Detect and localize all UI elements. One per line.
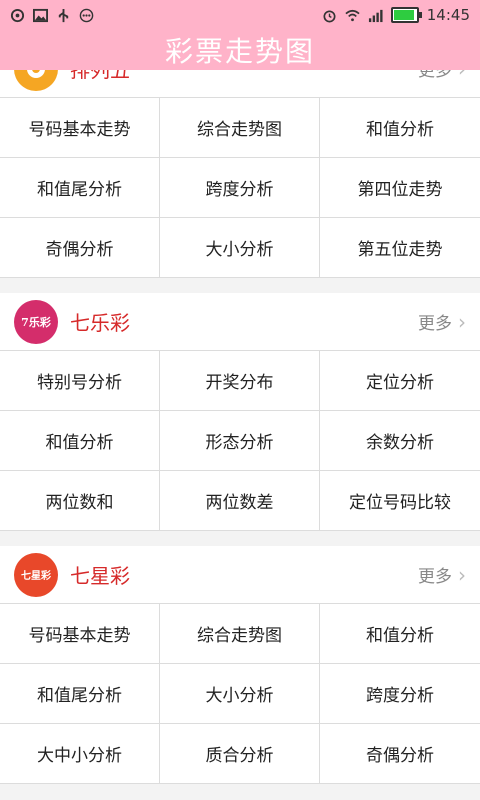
battery-level — [393, 10, 415, 20]
analysis-grid: 号码基本走势 综合走势图 和值分析 和值尾分析 跨度分析 第四位走势 奇偶分析 … — [0, 98, 480, 278]
grid-item[interactable]: 形态分析 — [160, 411, 320, 471]
chevron-right-icon: › — [458, 309, 466, 334]
grid-item[interactable]: 和值分析 — [320, 98, 480, 158]
grid-item[interactable]: 号码基本走势 — [0, 604, 160, 664]
wifi-icon — [345, 8, 360, 23]
status-bar: 14:45 — [0, 0, 480, 30]
grid-item[interactable]: 大中小分析 — [0, 724, 160, 784]
section-header[interactable]: 7乐彩 七乐彩 更多 › — [0, 293, 480, 351]
usb-icon — [56, 8, 71, 23]
more-label: 更多 — [418, 314, 452, 334]
grid-item[interactable]: 奇偶分析 — [320, 724, 480, 784]
chevron-right-icon: › — [458, 562, 466, 587]
image-icon — [33, 8, 48, 23]
grid-item[interactable]: 开奖分布 — [160, 351, 320, 411]
analysis-grid: 号码基本走势 综合走势图 和值分析 和值尾分析 大小分析 跨度分析 大中小分析 … — [0, 604, 480, 784]
section-title: 七星彩 — [70, 564, 130, 588]
grid-item[interactable]: 奇偶分析 — [0, 218, 160, 278]
grid-item[interactable]: 和值尾分析 — [0, 158, 160, 218]
grid-item[interactable]: 和值分析 — [0, 411, 160, 471]
sync-icon — [10, 8, 25, 23]
section-pl5: 排列五 更多 › 号码基本走势 综合走势图 和值分析 和值尾分析 跨度分析 第四… — [0, 40, 480, 278]
qxc-logo-icon: 七星彩 — [14, 552, 58, 597]
grid-item[interactable]: 跨度分析 — [320, 664, 480, 724]
battery-icon — [390, 7, 422, 23]
more-link[interactable]: 更多 › — [418, 309, 466, 335]
grid-item[interactable]: 余数分析 — [320, 411, 480, 471]
grid-item[interactable]: 两位数和 — [0, 471, 160, 531]
section-qxc: 七星彩 七星彩 更多 › 号码基本走势 综合走势图 和值分析 和值尾分析 大小分… — [0, 546, 480, 784]
status-bar-right: 14:45 — [322, 6, 480, 24]
more-link[interactable]: 更多 › — [418, 562, 466, 588]
grid-item[interactable]: 大小分析 — [160, 218, 320, 278]
grid-item[interactable]: 第四位走势 — [320, 158, 480, 218]
grid-item[interactable]: 大小分析 — [160, 664, 320, 724]
grid-item[interactable]: 跨度分析 — [160, 158, 320, 218]
signal-icon — [368, 8, 383, 23]
section-header[interactable]: 七星彩 七星彩 更多 › — [0, 546, 480, 604]
qxc-logo-text: 七星彩 — [21, 571, 51, 582]
grid-item[interactable]: 综合走势图 — [160, 98, 320, 158]
content-list[interactable]: 排列五 更多 › 号码基本走势 综合走势图 和值分析 和值尾分析 跨度分析 第四… — [0, 40, 480, 799]
section-qlc: 7乐彩 七乐彩 更多 › 特别号分析 开奖分布 定位分析 和值分析 形态分析 余… — [0, 293, 480, 531]
grid-item[interactable]: 综合走势图 — [160, 604, 320, 664]
status-bar-left — [0, 8, 94, 23]
grid-item[interactable]: 定位分析 — [320, 351, 480, 411]
alarm-icon — [322, 8, 337, 23]
status-time: 14:45 — [426, 6, 470, 24]
analysis-grid: 特别号分析 开奖分布 定位分析 和值分析 形态分析 余数分析 两位数和 两位数差… — [0, 351, 480, 531]
grid-item[interactable]: 质合分析 — [160, 724, 320, 784]
page-title: 彩票走势图 — [164, 35, 315, 68]
grid-item[interactable]: 和值分析 — [320, 604, 480, 664]
more-icon — [79, 8, 94, 23]
grid-item[interactable]: 号码基本走势 — [0, 98, 160, 158]
grid-item[interactable]: 特别号分析 — [0, 351, 160, 411]
section-title: 七乐彩 — [70, 311, 130, 335]
grid-item[interactable]: 两位数差 — [160, 471, 320, 531]
title-bar: 彩票走势图 — [0, 30, 480, 70]
more-label: 更多 — [418, 567, 452, 587]
qlc-logo-icon: 7乐彩 — [14, 299, 58, 344]
grid-item[interactable]: 和值尾分析 — [0, 664, 160, 724]
grid-item[interactable]: 定位号码比较 — [320, 471, 480, 531]
qlc-logo-text: 7乐彩 — [21, 315, 51, 329]
grid-item[interactable]: 第五位走势 — [320, 218, 480, 278]
